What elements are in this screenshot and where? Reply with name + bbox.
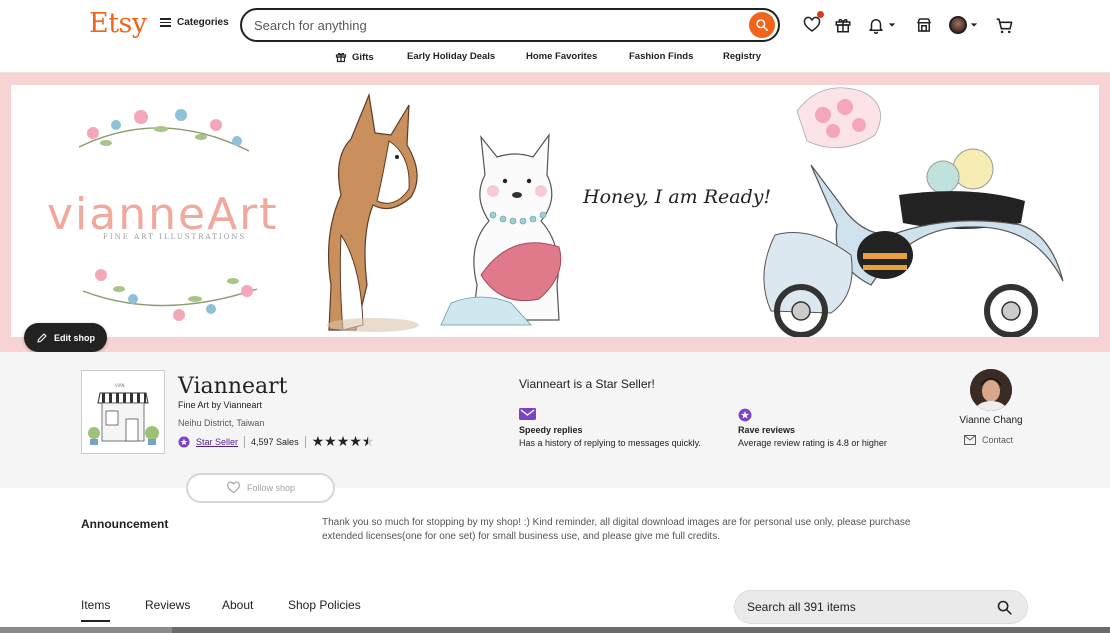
banner-illustration: vianneArt FINE ART ILLUSTRATIONS Honey, … bbox=[47, 87, 1064, 337]
owner-avatar[interactable] bbox=[970, 369, 1012, 411]
contact-label: Contact bbox=[982, 435, 1014, 445]
shop-name: Vianneart bbox=[178, 374, 288, 399]
search-button[interactable] bbox=[749, 12, 775, 38]
star-seller-link[interactable]: Star Seller bbox=[196, 437, 238, 447]
shop-location: Neihu District, Taiwan bbox=[178, 418, 265, 428]
avatar bbox=[948, 16, 967, 34]
star-icon: ★ bbox=[349, 433, 362, 449]
nav-item-home-favorites[interactable]: Home Favorites bbox=[526, 51, 597, 62]
edit-shop-label: Edit shop bbox=[54, 332, 95, 343]
follow-shop-label: Follow shop bbox=[246, 483, 296, 493]
item-search-input[interactable] bbox=[735, 600, 996, 614]
nav-item-early-holiday-deals[interactable]: Early Holiday Deals bbox=[407, 51, 495, 62]
cart-button[interactable] bbox=[992, 13, 1016, 37]
notifications-button[interactable] bbox=[864, 13, 898, 37]
menu-icon bbox=[160, 18, 171, 27]
star-icon: ★ bbox=[324, 433, 337, 449]
nav-item-label: Registry bbox=[723, 51, 762, 62]
pencil-icon bbox=[37, 332, 47, 343]
divider bbox=[304, 435, 306, 448]
owner-photo bbox=[970, 369, 1012, 411]
heart-icon bbox=[803, 16, 821, 32]
star-seller-badge-icon bbox=[178, 436, 190, 447]
announcement-heading: Announcement bbox=[81, 517, 169, 531]
feature-description: Average review rating is 4.8 or higher bbox=[738, 438, 887, 448]
search-bar bbox=[240, 8, 780, 42]
shop-banner: vianneArt FINE ART ILLUSTRATIONS Honey, … bbox=[0, 73, 1110, 352]
search-input[interactable] bbox=[242, 17, 749, 33]
shop-owner: Vianne Chang bbox=[955, 369, 1027, 426]
shop-icon bbox=[917, 18, 931, 32]
star-icon: ★ bbox=[336, 433, 350, 449]
feature-speedy-replies: Speedy replies Has a history of replying… bbox=[519, 408, 701, 448]
mail-icon bbox=[964, 435, 976, 445]
owner-name[interactable]: Vianne Chang bbox=[955, 415, 1027, 426]
gift-icon bbox=[335, 52, 347, 63]
etsy-logo[interactable]: Etsy bbox=[89, 8, 147, 39]
star-badge-icon bbox=[738, 408, 752, 422]
site-header: Etsy Categories Search for anything Gift… bbox=[0, 0, 1110, 73]
categories-label: Categories bbox=[177, 17, 229, 28]
svg-text:ViAN: ViAN bbox=[115, 383, 125, 388]
bell-icon bbox=[868, 19, 883, 34]
nav-item-label: Home Favorites bbox=[526, 51, 598, 62]
tab-items[interactable]: Items bbox=[81, 598, 111, 622]
nav-item-label: Fashion Finds bbox=[629, 51, 694, 62]
category-nav: Gifts Early Holiday Deals Home Favorites… bbox=[0, 51, 1110, 65]
banner-image: vianneArt FINE ART ILLUSTRATIONS Honey, … bbox=[11, 85, 1099, 337]
tab-about[interactable]: About bbox=[222, 598, 253, 612]
gift-icon bbox=[835, 19, 851, 33]
nav-item-label: Gifts bbox=[352, 51, 374, 63]
caret-down-icon bbox=[970, 23, 977, 27]
shop-item-search bbox=[734, 590, 1028, 624]
follow-shop-button[interactable]: Follow shop bbox=[186, 473, 335, 503]
message-icon bbox=[519, 408, 536, 420]
gift-mode-button[interactable] bbox=[831, 13, 855, 37]
contact-button[interactable]: Contact bbox=[964, 435, 1013, 445]
star-seller-heading: Vianneart is a Star Seller! bbox=[519, 377, 655, 391]
shop-icon-image[interactable]: ViAN bbox=[81, 370, 165, 454]
banner-script: Honey, I am Ready! bbox=[582, 186, 771, 208]
shop-title: Fine Art by Vianneart bbox=[178, 400, 262, 410]
feature-title: Rave reviews bbox=[738, 425, 796, 435]
search-icon[interactable] bbox=[996, 599, 1013, 616]
nav-item-label: Early Holiday Deals bbox=[407, 51, 496, 62]
tab-reviews[interactable]: Reviews bbox=[145, 598, 190, 612]
listing-grid-preview bbox=[0, 627, 1110, 633]
shop-manager-button[interactable] bbox=[912, 13, 936, 37]
divider bbox=[244, 435, 246, 448]
heart-icon bbox=[227, 481, 240, 494]
announcement-text: Thank you so much for stopping by my sho… bbox=[322, 517, 911, 542]
feature-rave-reviews: Rave reviews Average review rating is 4.… bbox=[738, 408, 887, 448]
cart-icon bbox=[996, 17, 1012, 33]
caret-down-icon bbox=[888, 23, 895, 27]
sales-count: 4,597 Sales bbox=[251, 436, 299, 447]
nav-item-fashion-finds[interactable]: Fashion Finds bbox=[629, 51, 693, 62]
feature-description: Has a history of replying to messages qu… bbox=[519, 438, 701, 448]
nav-item-gifts[interactable]: Gifts bbox=[335, 51, 374, 63]
listing-image-preview bbox=[0, 627, 172, 633]
shop-stats-row: Star Seller 4,597 Sales ★ ★ ★ ★ ★★ bbox=[178, 433, 375, 450]
search-icon bbox=[756, 19, 769, 32]
nav-item-registry[interactable]: Registry bbox=[723, 51, 761, 62]
half-star-icon: ★★ bbox=[361, 433, 375, 449]
shop-storefront-illustration: ViAN bbox=[82, 371, 164, 453]
feature-title: Speedy replies bbox=[519, 425, 583, 435]
favorites-button[interactable] bbox=[800, 11, 824, 37]
account-menu-button[interactable] bbox=[946, 13, 980, 37]
shop-info-section: ViAN Vianneart Fine Art by Vianneart Nei… bbox=[0, 352, 1110, 488]
star-rating[interactable]: ★ ★ ★ ★ ★★ bbox=[311, 433, 375, 450]
star-icon: ★ bbox=[311, 433, 325, 449]
edit-shop-button[interactable]: Edit shop bbox=[24, 323, 107, 352]
notification-dot bbox=[817, 11, 824, 18]
banner-tagline: FINE ART ILLUSTRATIONS bbox=[103, 233, 246, 241]
categories-button[interactable]: Categories bbox=[160, 17, 229, 28]
tab-shop-policies[interactable]: Shop Policies bbox=[288, 598, 361, 612]
